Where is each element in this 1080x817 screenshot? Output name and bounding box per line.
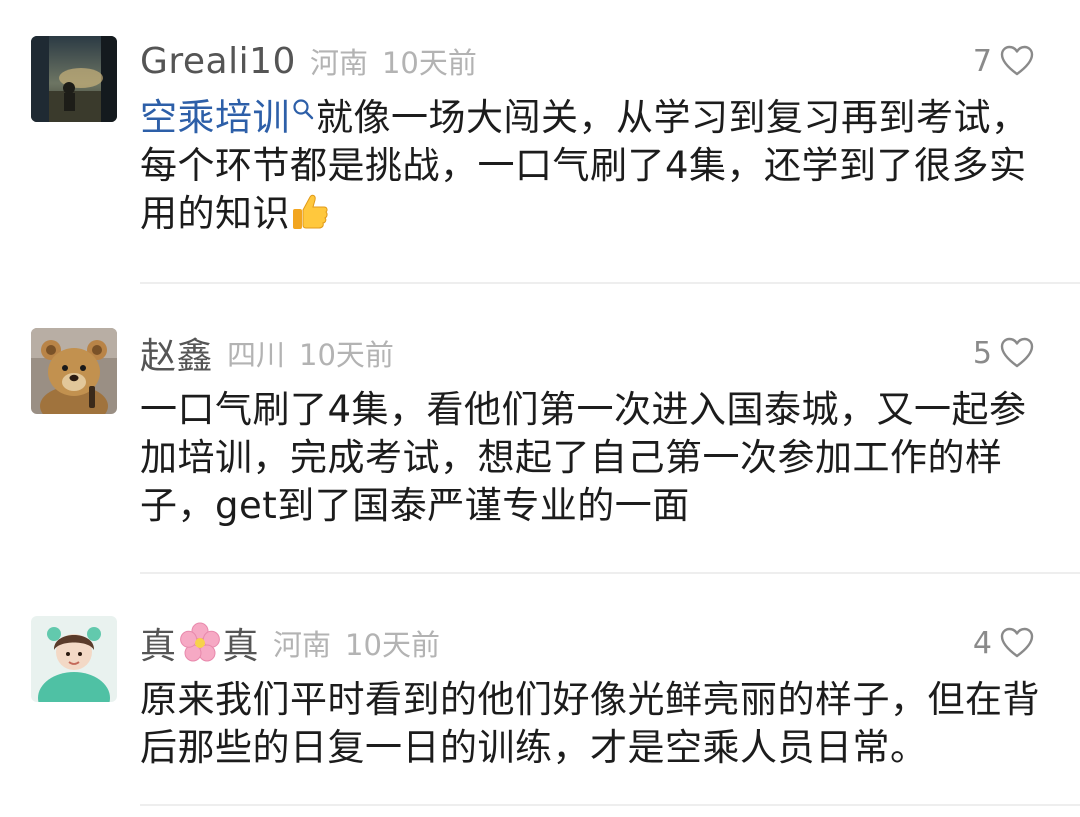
divider [140, 282, 1080, 284]
timestamp: 10天前 [381, 46, 477, 80]
comment-meta: Greali10 河南 10天前 [140, 38, 477, 84]
topic-link[interactable]: 空乘培训 [140, 96, 290, 139]
comment-body-text: 原来我们平时看到的他们好像光鲜亮丽的样子，但在背后那些的日复一日的训练，才是空乘… [140, 678, 1040, 769]
search-icon[interactable] [292, 98, 314, 120]
username-part: 真 [222, 626, 260, 667]
avatar-image [31, 616, 117, 702]
timestamp: 10天前 [345, 628, 440, 662]
heart-outline-icon[interactable] [1000, 337, 1034, 369]
username[interactable]: 赵鑫 [140, 327, 213, 379]
like-button[interactable]: 4 [973, 620, 1034, 666]
thumbs-up-emoji-icon [293, 194, 328, 229]
divider [140, 572, 1080, 574]
comment-item: 真 真 河南 10天前 4 原来我们平时看到的他们好像光鲜亮丽的样子，但在背后那… [0, 612, 1080, 817]
like-button[interactable]: 7 [973, 38, 1034, 84]
comment-item: 赵鑫 四川 10天前 5 一口气刷了4集，看他们第一次进入国泰城，又一起参加培训… [0, 322, 1080, 574]
like-count: 5 [972, 335, 992, 371]
comment-body-text: 一口气刷了4集，看他们第一次进入国泰城，又一起参加培训，完成考试，想起了自己第一… [140, 388, 1027, 527]
comment-text: 一口气刷了4集，看他们第一次进入国泰城，又一起参加培训，完成考试，想起了自己第一… [140, 386, 1040, 530]
location-label: 河南 [273, 628, 332, 662]
like-count: 7 [972, 43, 992, 79]
user-avatar[interactable] [31, 328, 117, 414]
username[interactable]: Greali10 [140, 41, 296, 82]
location-label: 四川 [227, 338, 286, 372]
user-avatar[interactable] [31, 36, 117, 122]
comment-item: Greali10 河南 10天前 7 空乘培训 就像一场大闯关，从学习到复习再到考… [0, 30, 1080, 284]
divider [140, 804, 1080, 806]
avatar-image [31, 36, 117, 122]
username[interactable]: 真 真 [140, 617, 259, 669]
like-count: 4 [972, 625, 992, 661]
comment-text: 原来我们平时看到的他们好像光鲜亮丽的样子，但在背后那些的日复一日的训练，才是空乘… [140, 676, 1040, 772]
location-label: 河南 [309, 46, 368, 80]
user-avatar[interactable] [31, 616, 117, 702]
timestamp: 10天前 [299, 338, 394, 372]
like-button[interactable]: 5 [973, 330, 1034, 376]
avatar-image [31, 328, 117, 414]
heart-outline-icon[interactable] [1000, 627, 1034, 659]
cherry-blossom-emoji-icon [179, 622, 220, 662]
heart-outline-icon[interactable] [1000, 45, 1034, 77]
comment-text: 空乘培训 就像一场大闯关，从学习到复习再到考试，每个环节都是挑战，一口气刷了4集，… [140, 94, 1040, 238]
comment-meta: 赵鑫 四川 10天前 [140, 327, 394, 379]
username-part: 真 [140, 626, 177, 667]
comment-meta: 真 真 河南 10天前 [140, 617, 440, 669]
